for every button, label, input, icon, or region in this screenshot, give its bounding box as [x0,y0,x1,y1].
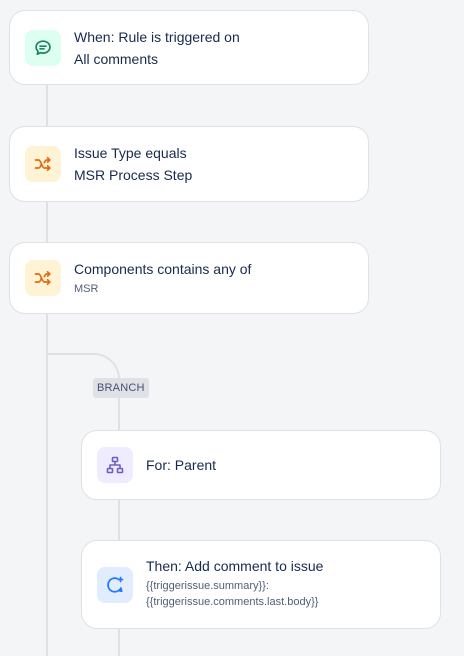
action-detail-line-1: {{triggerissue.summary}}: [146,580,269,592]
branch-for-card[interactable]: For: Parent [81,430,441,500]
shuffle-icon [25,146,61,182]
action-detail-line-2: {{triggerissue.comments.last.body}} [146,596,319,608]
shuffle-icon [25,260,61,296]
condition-value: MSR Process Step [74,167,193,183]
action-card-add-comment[interactable]: Then: Add comment to issue {{triggerissu… [81,540,441,629]
condition-value: MSR [74,282,99,295]
branch-for-label: For: Parent [146,457,217,473]
trigger-card[interactable]: When: Rule is triggered on All comments [9,10,369,85]
comment-icon [25,29,61,66]
branch-badge: BRANCH [93,378,149,398]
condition-title: Components contains any of [74,260,252,277]
condition-card-issue-type[interactable]: Issue Type equals MSR Process Step [9,126,369,202]
action-title: Then: Add comment to issue [146,558,324,574]
trigger-title: When: Rule is triggered on [74,28,240,45]
add-comment-icon [97,566,133,603]
condition-card-components[interactable]: Components contains any of MSR [9,242,369,314]
trigger-value: All comments [74,50,159,67]
hierarchy-icon [97,447,133,483]
condition-title: Issue Type equals [74,145,187,161]
